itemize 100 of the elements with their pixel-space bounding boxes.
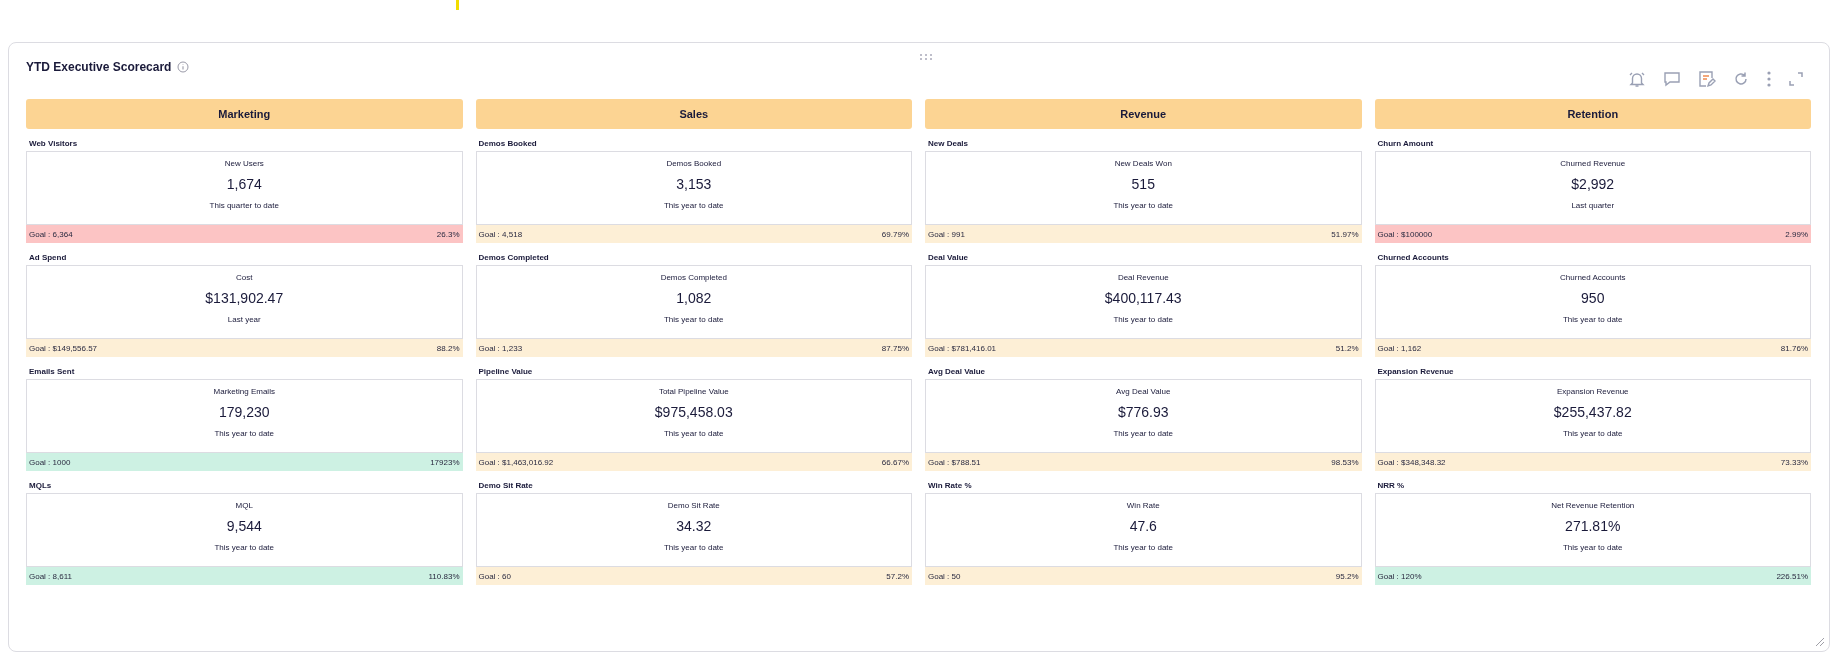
column-header: Marketing — [26, 99, 463, 129]
metric-name: Deal Revenue — [1117, 273, 1169, 282]
metric-period: This year to date — [663, 543, 724, 552]
goal-text: Goal : 50 — [928, 571, 961, 581]
goal-percent: 73.33% — [1780, 457, 1808, 467]
goal-text: Goal : 1,233 — [478, 343, 523, 353]
metric-value: $2,992 — [1571, 176, 1615, 192]
goal-percent: 81.76% — [1780, 343, 1808, 353]
goal-percent: 17923% — [430, 457, 460, 467]
metric-period: This year to date — [1113, 429, 1174, 438]
metric-name: Net Revenue Retention — [1551, 501, 1635, 510]
bell-icon[interactable] — [1628, 70, 1646, 88]
metric-period: This year to date — [1562, 315, 1623, 324]
metric-name: New Users — [224, 159, 264, 168]
text-cursor-mark — [456, 0, 459, 10]
metric-label: Web Visitors — [28, 138, 79, 150]
metric-value: 3,153 — [676, 176, 712, 192]
metric-period: This year to date — [1562, 429, 1623, 438]
metric-period: This quarter to date — [209, 201, 279, 210]
metric-label: NRR % — [1376, 480, 1406, 492]
metric-value: $776.93 — [1117, 404, 1169, 420]
metric-value: $975,458.03 — [654, 404, 733, 420]
goal-text: Goal : 991 — [928, 229, 965, 239]
metric-value: 950 — [1581, 290, 1605, 306]
metric-name: Expansion Revenue — [1556, 387, 1629, 396]
comment-icon[interactable] — [1663, 70, 1681, 88]
info-icon[interactable] — [177, 61, 190, 73]
metric-label: Demo Sit Rate — [477, 480, 534, 492]
goal-percent: 51.2% — [1335, 343, 1359, 353]
metric-name: Churned Accounts — [1560, 273, 1626, 282]
column-header: Retention — [1374, 99, 1811, 129]
goal-text: Goal : 8,611 — [29, 571, 72, 581]
column-header: Sales — [475, 99, 912, 129]
goal-percent: 69.79% — [881, 229, 909, 239]
metric-period: This year to date — [1113, 543, 1174, 552]
metric-value: $255,437.82 — [1553, 404, 1632, 420]
metric-name: Win Rate — [1126, 501, 1160, 510]
metric-label: Win Rate % — [927, 480, 973, 492]
metric-value: 1,082 — [676, 290, 712, 306]
metric-label: Avg Deal Value — [927, 366, 987, 378]
goal-text: Goal : $788.51 — [928, 457, 981, 467]
goal-text: Goal : 6,364 — [29, 229, 73, 239]
metric-label: Deal Value — [927, 252, 970, 264]
metric-period: This year to date — [663, 315, 724, 324]
goal-percent: 51.97% — [1331, 229, 1359, 239]
metric-label: Emails Sent — [28, 366, 76, 378]
metric-period: This year to date — [663, 201, 724, 210]
goal-percent: 226.51% — [1776, 571, 1808, 581]
metric-value: 1,674 — [226, 176, 262, 192]
metric-label: Churn Amount — [1376, 138, 1435, 150]
metric-name: New Deals Won — [1114, 159, 1172, 168]
metric-period: This year to date — [214, 429, 275, 438]
goal-percent: 98.53% — [1331, 457, 1359, 467]
resize-grip-icon[interactable] — [1815, 637, 1825, 647]
metric-name: Churned Revenue — [1560, 159, 1626, 168]
goal-percent: 2.99% — [1785, 229, 1808, 239]
metric-period: This year to date — [1562, 543, 1623, 552]
metric-period: Last quarter — [1571, 201, 1615, 210]
metric-value: 34.32 — [676, 518, 712, 534]
goal-percent: 95.2% — [1335, 571, 1359, 581]
metric-period: This year to date — [1113, 315, 1174, 324]
goal-text: Goal : 1000 — [29, 457, 71, 467]
metric-name: Demos Booked — [666, 159, 722, 168]
metric-name: Cost — [236, 273, 253, 282]
metric-name: Demo Sit Rate — [667, 501, 720, 510]
drag-handle-icon[interactable] — [920, 54, 932, 60]
metric-value: 47.6 — [1129, 518, 1157, 534]
metric-period: This year to date — [1113, 201, 1174, 210]
more-icon[interactable] — [1766, 70, 1772, 88]
goal-text: Goal : $100000 — [1377, 229, 1433, 239]
metric-label: New Deals — [927, 138, 970, 150]
metric-value: 179,230 — [218, 404, 270, 420]
metric-value: 515 — [1131, 176, 1155, 192]
goal-text: Goal : $348,348.32 — [1377, 457, 1446, 467]
metric-label: Expansion Revenue — [1376, 366, 1455, 378]
metric-name: Demos Completed — [660, 273, 727, 282]
metric-name: Marketing Emails — [213, 387, 275, 396]
refresh-icon[interactable] — [1733, 71, 1749, 87]
metric-name: MQL — [235, 501, 253, 510]
goal-text: Goal : 1,162 — [1377, 343, 1422, 353]
metric-label: Ad Spend — [28, 252, 68, 264]
metric-period: This year to date — [214, 543, 275, 552]
goal-text: Goal : 60 — [478, 571, 511, 581]
metric-period: This year to date — [663, 429, 724, 438]
goal-text: Goal : 120% — [1377, 571, 1422, 581]
goal-percent: 87.75% — [881, 343, 909, 353]
goal-percent: 88.2% — [436, 343, 460, 353]
metric-period: Last year — [227, 315, 261, 324]
metric-value: $400,117.43 — [1104, 290, 1182, 306]
chart-edit-icon[interactable] — [1698, 70, 1716, 88]
goal-text: Goal : $781,416.01 — [928, 343, 997, 353]
metric-label: Pipeline Value — [477, 366, 534, 378]
expand-icon[interactable] — [1789, 72, 1803, 86]
goal-text: Goal : $1,463,016.92 — [478, 457, 554, 467]
metric-label: Churned Accounts — [1376, 252, 1450, 264]
goal-text: Goal : $149,556.57 — [29, 343, 98, 353]
goal-percent: 26.3% — [436, 229, 460, 239]
metric-value: 271.81% — [1565, 518, 1621, 534]
goal-percent: 66.67% — [881, 457, 909, 467]
goal-percent: 110.83% — [428, 571, 460, 581]
